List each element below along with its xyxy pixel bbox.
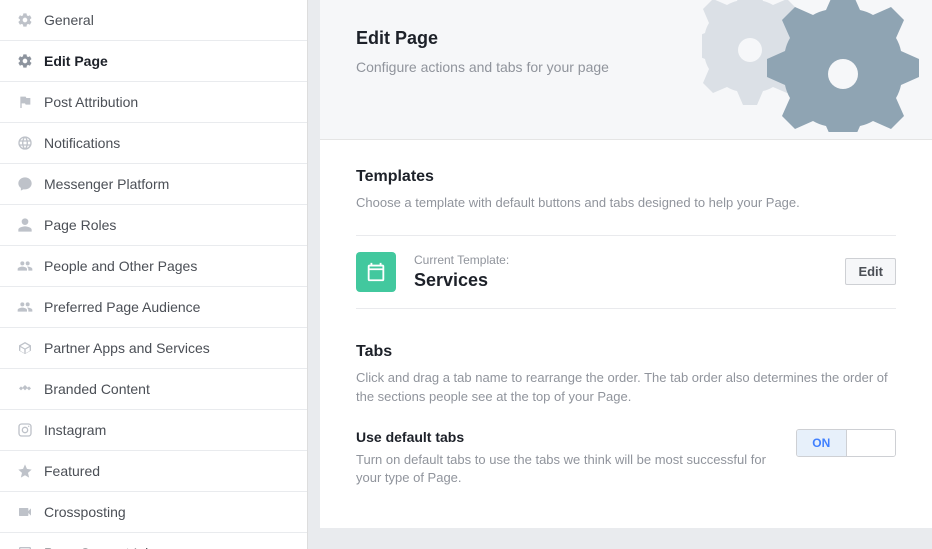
sidebar-item-partner-apps-and-services[interactable]: Partner Apps and Services: [0, 328, 307, 369]
sidebar-item-label: Page Support Inbox: [44, 545, 168, 549]
chat-icon: [16, 175, 34, 193]
sidebar-item-post-attribution[interactable]: Post Attribution: [0, 82, 307, 123]
sidebar-item-preferred-page-audience[interactable]: Preferred Page Audience: [0, 287, 307, 328]
sidebar-item-featured[interactable]: Featured: [0, 451, 307, 492]
star-icon: [16, 462, 34, 480]
content-area: Templates Choose a template with default…: [320, 140, 932, 528]
sidebar-item-label: Branded Content: [44, 381, 150, 397]
sidebar-item-label: Crossposting: [44, 504, 126, 520]
gear-icon: [16, 52, 34, 70]
gear-icon: [16, 11, 34, 29]
sidebar-item-branded-content[interactable]: Branded Content: [0, 369, 307, 410]
template-meta: Current Template: Services: [414, 253, 845, 291]
sidebar-item-edit-page[interactable]: Edit Page: [0, 41, 307, 82]
default-tabs-toggle[interactable]: ON: [796, 429, 896, 457]
sidebar-item-page-support-inbox[interactable]: Page Support Inbox: [0, 533, 307, 549]
globe-icon: [16, 134, 34, 152]
person-icon: [16, 216, 34, 234]
sidebar-item-label: Edit Page: [44, 53, 108, 69]
sidebar-item-label: Featured: [44, 463, 100, 479]
people-icon: [16, 257, 34, 275]
camera-icon: [16, 503, 34, 521]
sidebar-item-label: General: [44, 12, 94, 28]
page-header: Edit Page Configure actions and tabs for…: [320, 0, 932, 140]
templates-heading: Templates: [356, 168, 896, 186]
sidebar-item-notifications[interactable]: Notifications: [0, 123, 307, 164]
tabs-heading: Tabs: [356, 343, 896, 361]
main-panel: Edit Page Configure actions and tabs for…: [308, 0, 932, 549]
sidebar-item-label: Partner Apps and Services: [44, 340, 210, 356]
current-template-row: Current Template: Services Edit: [356, 235, 896, 309]
sidebar-item-messenger-platform[interactable]: Messenger Platform: [0, 164, 307, 205]
box-icon: [16, 339, 34, 357]
handshake-icon: [16, 380, 34, 398]
use-default-tabs-desc: Turn on default tabs to use the tabs we …: [356, 451, 778, 489]
flag-icon: [16, 93, 34, 111]
current-template-label: Current Template:: [414, 253, 845, 267]
sidebar-item-label: Messenger Platform: [44, 176, 169, 192]
sidebar-item-people-and-other-pages[interactable]: People and Other Pages: [0, 246, 307, 287]
current-template-name: Services: [414, 270, 845, 291]
sidebar-item-label: Page Roles: [44, 217, 116, 233]
toggle-off-label: [847, 430, 896, 456]
people-icon: [16, 298, 34, 316]
sidebar-item-label: Instagram: [44, 422, 106, 438]
sidebar-item-general[interactable]: General: [0, 0, 307, 41]
sidebar-item-page-roles[interactable]: Page Roles: [0, 205, 307, 246]
sidebar-item-label: Preferred Page Audience: [44, 299, 200, 315]
sidebar-item-instagram[interactable]: Instagram: [0, 410, 307, 451]
templates-desc: Choose a template with default buttons a…: [356, 194, 896, 213]
default-tabs-row: Use default tabs Turn on default tabs to…: [356, 429, 896, 489]
gears-illustration: [702, 0, 922, 132]
sidebar-item-label: Notifications: [44, 135, 120, 151]
sidebar-item-crossposting[interactable]: Crossposting: [0, 492, 307, 533]
template-badge-icon: [356, 252, 396, 292]
sidebar-item-label: People and Other Pages: [44, 258, 197, 274]
inbox-icon: [16, 544, 34, 549]
settings-sidebar: General Edit Page Post Attribution Notifica…: [0, 0, 308, 549]
tabs-desc: Click and drag a tab name to rearrange t…: [356, 369, 896, 407]
toggle-on-label: ON: [797, 430, 847, 456]
instagram-icon: [16, 421, 34, 439]
sidebar-item-label: Post Attribution: [44, 94, 138, 110]
edit-template-button[interactable]: Edit: [845, 258, 896, 285]
use-default-tabs-heading: Use default tabs: [356, 429, 778, 445]
